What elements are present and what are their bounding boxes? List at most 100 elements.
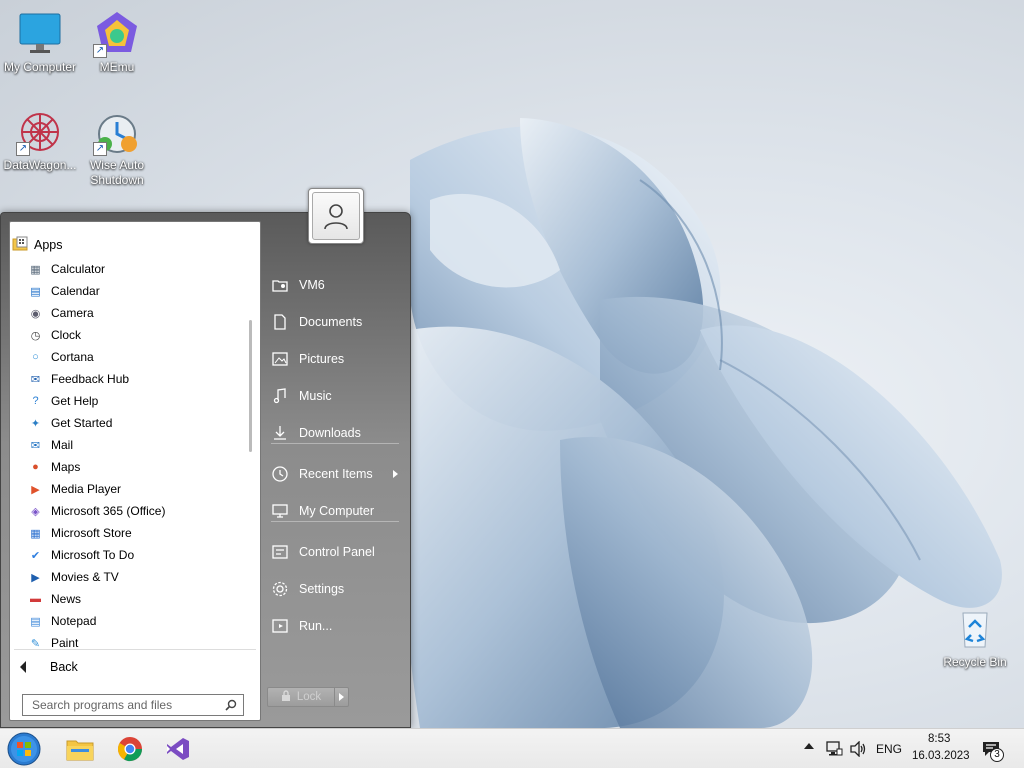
programs-pane: Apps ▦ Calculator ▤ Calendar ◉ Camera ◷ Clock ○ C… (9, 221, 261, 721)
lock-label: Lock (296, 691, 322, 703)
control-panel-icon (272, 545, 288, 559)
documents-icon (274, 314, 286, 330)
app-item-label: Get Started (51, 416, 113, 430)
office-icon: ◈ (31, 505, 40, 518)
app-item-label: Microsoft To Do (51, 548, 135, 562)
app-item-cortana[interactable]: ○ Cortana (28, 346, 248, 368)
app-item-feedback-hub[interactable]: ✉ Feedback Hub (28, 368, 248, 390)
app-item-label: Calculator (51, 262, 106, 276)
user-folder-icon (272, 280, 288, 292)
get-started-icon: ✦ (30, 417, 41, 430)
place-item-pictures[interactable]: Pictures (271, 347, 344, 371)
apps-folder[interactable]: Apps (12, 236, 63, 254)
place-item-recent-items[interactable]: Recent Items (271, 462, 373, 486)
media-player-icon: ▶ (31, 483, 40, 496)
divider (14, 649, 256, 650)
shortcut-arrow-icon: ↗ (16, 142, 30, 156)
notification-count-badge: 3 (990, 748, 1004, 762)
desktop-icon-datawagon[interactable]: ↗ DataWagon... (0, 108, 80, 173)
show-hidden-icons-button[interactable] (804, 743, 814, 749)
downloads-icon (274, 426, 286, 440)
lock-icon (281, 690, 291, 704)
app-item-get-help[interactable]: ? Get Help (28, 390, 248, 412)
places-separator (271, 521, 399, 522)
search-icon (225, 699, 237, 711)
desktop-icon-memu[interactable]: ↗ MEmu (77, 10, 157, 75)
app-item-movies-tv[interactable]: ▶ Movies & TV (28, 566, 248, 588)
user-picture[interactable] (308, 188, 364, 244)
shortcut-arrow-icon: ↗ (93, 44, 107, 58)
camera-icon: ◉ (30, 307, 41, 320)
language-indicator[interactable]: ENG (876, 742, 902, 756)
volume-icon[interactable] (849, 740, 867, 760)
app-item-label: Movies & TV (51, 570, 119, 584)
desktop-icon-recycle-bin[interactable]: Recycle Bin (935, 605, 1015, 670)
app-item-label: Mail (51, 438, 74, 452)
todo-icon: ✔ (30, 549, 41, 562)
back-arrow-icon (20, 661, 26, 673)
app-item-microsoft-365-office[interactable]: ◈ Microsoft 365 (Office) (28, 500, 248, 522)
recent-items-icon (272, 466, 288, 482)
app-item-camera[interactable]: ◉ Camera (28, 302, 248, 324)
app-item-label: Feedback Hub (51, 372, 130, 386)
places-separator (271, 443, 399, 444)
desktop-icon-label: MEmu (99, 60, 135, 74)
app-item-label: Maps (51, 460, 81, 474)
place-item-run[interactable]: Run... (271, 614, 332, 638)
app-item-mail[interactable]: ✉ Mail (28, 434, 248, 456)
app-item-media-player[interactable]: ▶ Media Player (28, 478, 248, 500)
lock-main[interactable]: Lock (267, 687, 335, 707)
notification-center-button[interactable]: 3 (982, 739, 1006, 762)
notepad-icon: ▤ (30, 615, 41, 628)
submenu-arrow-icon (393, 470, 398, 478)
app-item-paint[interactable]: ✎ Paint (28, 632, 248, 654)
file-explorer-button[interactable] (62, 733, 98, 765)
chrome-button[interactable] (112, 733, 148, 765)
clock-time[interactable]: 8:53 (928, 733, 950, 745)
start-button[interactable] (6, 732, 42, 766)
place-item-documents[interactable]: Documents (271, 310, 362, 334)
app-item-label: News (51, 592, 82, 606)
search-input[interactable]: Search programs and files (22, 694, 244, 716)
app-item-microsoft-store[interactable]: ▦ Microsoft Store (28, 522, 248, 544)
app-item-calculator[interactable]: ▦ Calculator (28, 258, 248, 280)
app-item-clock[interactable]: ◷ Clock (28, 324, 248, 346)
place-item-label: Settings (299, 582, 345, 596)
place-item-music[interactable]: Music (271, 384, 332, 408)
calculator-icon: ▦ (30, 263, 41, 276)
lock-options-arrow[interactable] (335, 687, 349, 707)
network-icon[interactable] (825, 741, 843, 760)
feedback-hub-icon: ✉ (30, 373, 41, 386)
back-button[interactable]: Back (20, 658, 78, 676)
place-item-vm6[interactable]: VM6 (271, 273, 325, 297)
desktop-icon-label: Recycle Bin (943, 655, 1007, 669)
visual-studio-button[interactable] (160, 733, 196, 765)
place-item-downloads[interactable]: Downloads (271, 421, 361, 445)
app-item-microsoft-to-do[interactable]: ✔ Microsoft To Do (28, 544, 248, 566)
datawagon-icon: ↗ (16, 108, 64, 156)
app-item-get-started[interactable]: ✦ Get Started (28, 412, 248, 434)
search-placeholder: Search programs and files (32, 698, 173, 712)
run-icon (272, 619, 288, 633)
get-help-icon: ? (32, 395, 39, 407)
desktop-icon-wise-auto-shutdown[interactable]: ↗ Wise Auto Shutdown (77, 108, 157, 188)
app-item-notepad[interactable]: ▤ Notepad (28, 610, 248, 632)
app-item-news[interactable]: ▬ News (28, 588, 248, 610)
lock-button[interactable]: Lock (267, 687, 349, 707)
place-item-control-panel[interactable]: Control Panel (271, 540, 375, 564)
clock-date[interactable]: 16.03.2023 (912, 750, 970, 762)
music-icon (273, 388, 286, 404)
place-item-label: My Computer (299, 504, 375, 518)
app-item-calendar[interactable]: ▤ Calendar (28, 280, 248, 302)
maps-icon: ● (32, 461, 39, 473)
place-item-my-computer[interactable]: My Computer (271, 499, 374, 523)
place-item-settings[interactable]: Settings (271, 577, 344, 601)
movies-icon: ▶ (31, 571, 40, 584)
recycle-bin-icon (951, 605, 999, 653)
place-item-label: VM6 (299, 278, 325, 292)
desktop-icon-my-computer[interactable]: My Computer (0, 10, 80, 75)
app-item-maps[interactable]: ● Maps (28, 456, 248, 478)
app-list-scrollbar[interactable] (249, 320, 252, 452)
app-item-label: Microsoft Store (51, 526, 132, 540)
place-item-label: Documents (299, 315, 363, 329)
